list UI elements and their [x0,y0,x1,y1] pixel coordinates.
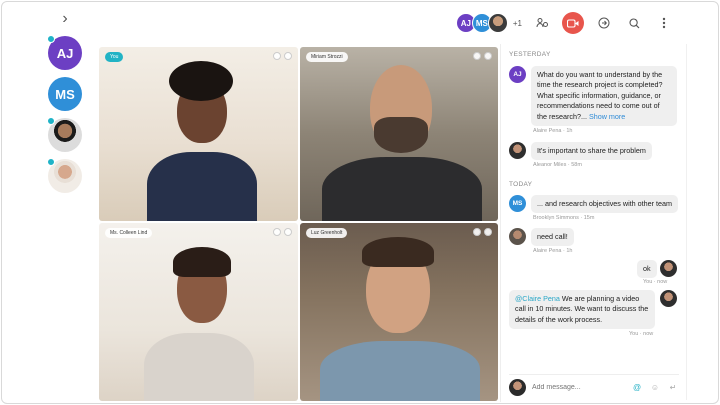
pin-icon[interactable] [473,52,481,60]
pin-icon[interactable] [273,228,281,236]
call-toolbar: AJ MS +1 [455,10,674,36]
message-meta: You · now [643,279,668,285]
message-composer: @ ☺ ↵ [509,374,679,398]
avatar [509,142,526,159]
expand-icon[interactable] [284,52,292,60]
send-icon[interactable]: ↵ [667,382,679,394]
contact-avatar[interactable]: AJ [47,35,82,70]
share-icon[interactable] [594,13,614,33]
day-separator: TODAY [509,181,533,188]
online-indicator [47,117,55,125]
avatar-initials: MS [55,86,75,102]
video-tile[interactable]: Miriam Strozzi [300,47,498,221]
participant-count: +1 [512,18,522,28]
avatar [660,290,677,307]
avatar: MS [509,195,526,212]
participant-stack[interactable]: AJ MS +1 [455,13,522,33]
participant-name-label: You [105,52,124,62]
more-vertical-icon[interactable] [654,13,674,33]
contact-avatar[interactable] [47,117,82,152]
message-input[interactable] [532,384,625,391]
mention-icon[interactable]: @ [631,382,643,394]
contact-avatar[interactable]: MS [48,77,82,111]
pin-icon[interactable] [273,52,281,60]
video-tile[interactable]: You [99,47,298,221]
participant-name-label: Luz Greenholt [306,228,348,238]
message-bubble: ... and research objectives with other t… [531,195,679,214]
contacts-rail: AJ MS [47,35,84,200]
day-separator: YESTERDAY [509,51,551,58]
video-tile[interactable]: Luz Greenholt [300,223,498,401]
avatar [509,379,526,396]
show-more-link[interactable]: Show more [589,112,625,121]
expand-icon[interactable] [284,228,292,236]
message-text: ok [643,264,651,273]
chat-panel: YESTERDAY AJ What do you want to underst… [500,44,688,402]
mention-link[interactable]: @Claire Pena [515,294,560,303]
avatar-initials: AJ [56,45,74,61]
message-meta: You · now [629,331,654,337]
chevron-right-icon[interactable]: › [58,10,72,28]
participant-name-label: Miriam Strozzi [306,52,348,62]
avatar [660,260,677,277]
avatar [509,228,526,245]
expand-icon[interactable] [484,52,492,60]
participant-name-label: Ms. Colleen Lind [105,228,153,238]
message-text: need call! [537,232,568,241]
contact-avatar[interactable] [47,158,82,193]
scrollbar[interactable] [686,44,692,400]
message-meta: Brooklyn Simmons · 15m [533,215,595,221]
message-bubble: ok [637,260,657,279]
tile-controls [273,228,292,236]
pin-icon[interactable] [473,228,481,236]
emoji-icon[interactable]: ☺ [649,382,661,394]
expand-icon[interactable] [484,228,492,236]
avatar [487,13,508,33]
message-bubble: What do you want to understand by the ti… [531,66,677,127]
message-meta: Alaire Pena · 1h [533,248,573,254]
message-meta: Alaire Pena · 1h [533,128,573,134]
online-indicator [47,158,55,166]
message-bubble: need call! [531,228,574,247]
message-text: It's important to share the problem [537,146,646,155]
online-indicator [47,35,55,43]
video-camera-icon[interactable] [562,12,584,34]
message-bubble: It's important to share the problem [531,142,652,161]
message-bubble: @Claire Pena We are planning a video cal… [509,290,655,330]
people-settings-icon[interactable] [532,13,552,33]
video-tile[interactable]: Ms. Colleen Lind [99,223,298,401]
message-text: ... and research objectives with other t… [537,199,673,208]
avatar: AJ [509,66,526,83]
tile-controls [473,52,492,60]
search-icon[interactable] [624,13,644,33]
message-meta: Aleanor Miles · 58m [533,162,582,168]
tile-controls [273,52,292,60]
tile-controls [473,228,492,236]
